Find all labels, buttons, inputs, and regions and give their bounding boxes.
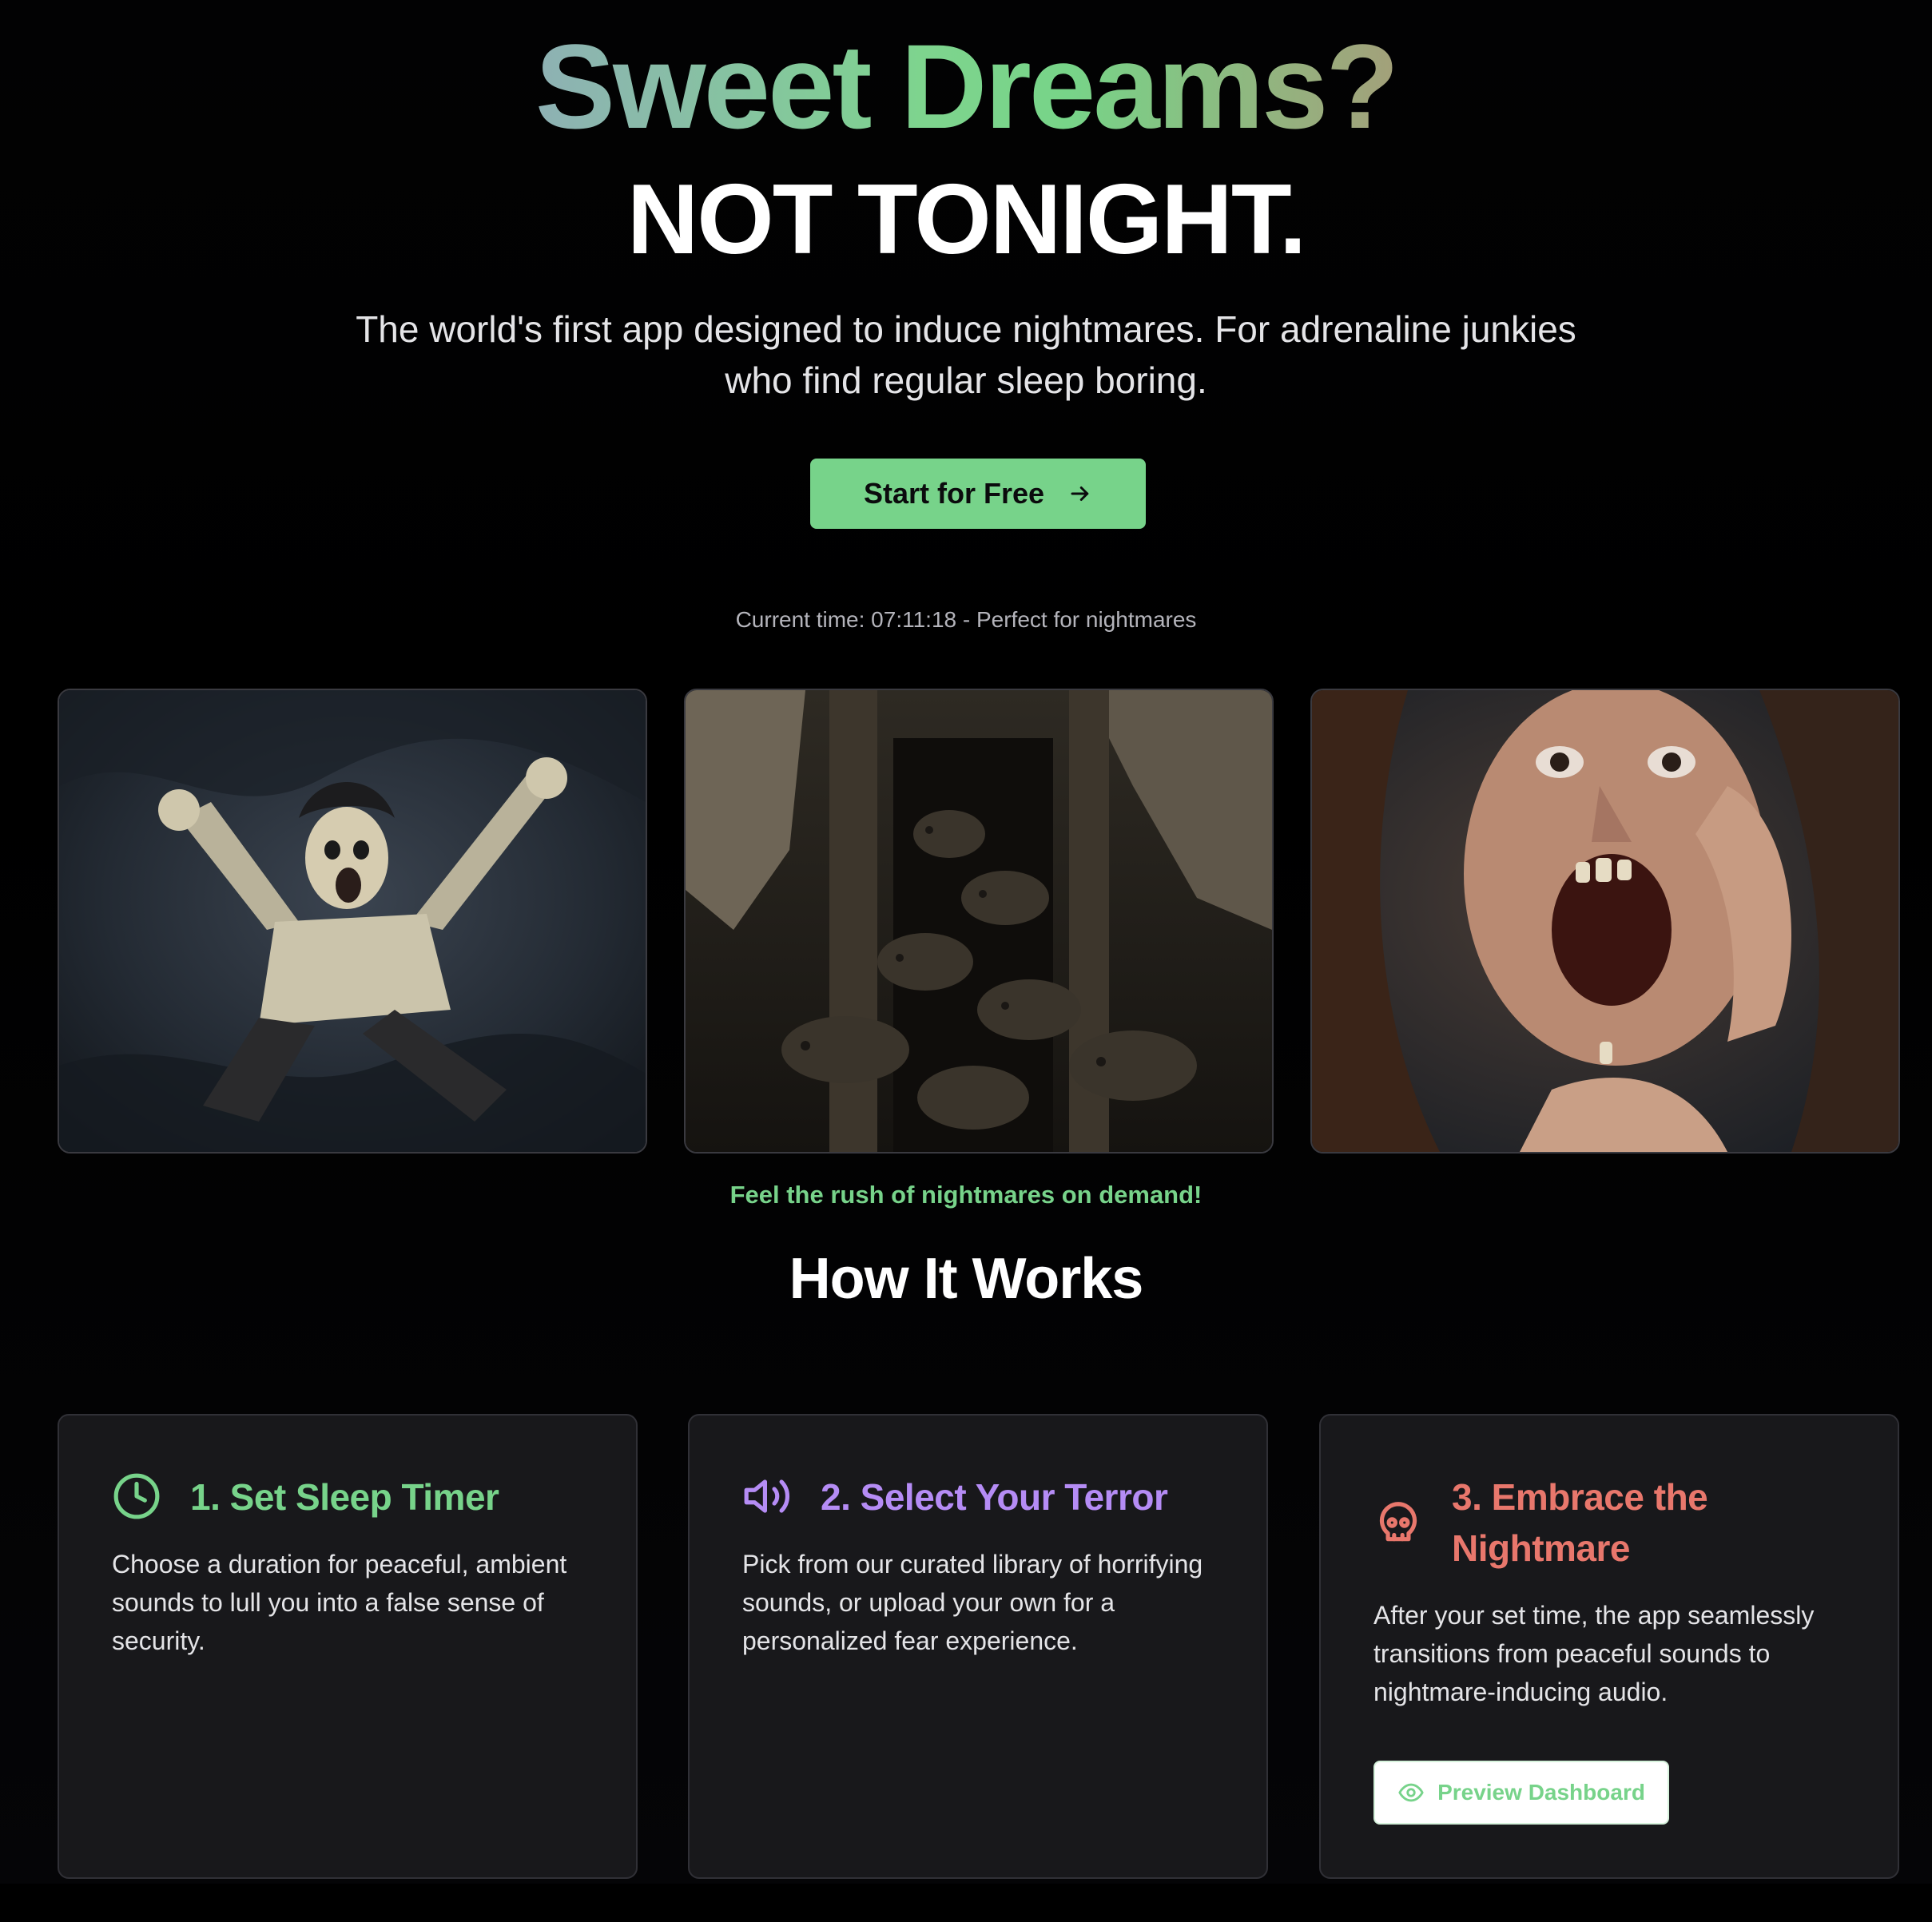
step-header: 2. Select Your Terror [742,1471,1222,1523]
falling-man-image [58,689,647,1154]
step-title: 1. Set Sleep Timer [190,1476,499,1518]
step-description: After your set time, the app seamlessly … [1373,1601,1815,1706]
current-time-text: Current time: 07:11:18 - Perfect for nig… [735,607,1197,632]
gallery-tagline: Feel the rush of nightmares on demand! [729,1181,1203,1209]
step-title: 2. Select Your Terror [821,1476,1168,1518]
start-for-free-label: Start for Free [863,477,1045,510]
step-header: 1. Set Sleep Timer [112,1471,591,1523]
preview-dashboard-label: Preview Dashboard [1437,1780,1645,1805]
hero-description-line-2: who find regular sleep boring. [725,359,1207,401]
skull-icon [1379,1502,1417,1542]
step-title: 3. Embrace the Nightmare [1452,1476,1708,1569]
hero-title: Sweet Dreams? [535,14,1399,158]
preview-dashboard-button[interactable]: Preview Dashboard [1373,1761,1669,1825]
step-description: Choose a duration for peaceful, ambient … [112,1550,567,1655]
hero-subtitle: NOT TONIGHT. [626,165,1307,275]
arrow-right-icon [1071,486,1089,501]
step-card-embrace-the-nightmare: 3. Embrace the Nightmare After your set … [1319,1414,1899,1879]
rats-in-wall-image [684,689,1274,1154]
step-card-set-sleep-timer: 1. Set Sleep Timer Choose a duration for… [58,1414,638,1879]
clock-icon [113,1473,160,1519]
volume-icon [744,1479,790,1513]
how-it-works-title: How It Works [789,1247,1144,1311]
start-for-free-button[interactable]: Start for Free [810,459,1146,529]
hero-description-line-1: The world's first app designed to induce… [356,308,1576,350]
eye-icon [1398,1783,1424,1802]
teeth-falling-out-image [1310,689,1900,1154]
page-bottom-strip [0,1884,1932,1922]
hero-description: The world's first app designed to induce… [0,304,1932,406]
step-description: Pick from our curated library of horrify… [742,1550,1203,1655]
step-header: 3. Embrace the Nightmare [1373,1471,1853,1574]
step-card-select-your-terror: 2. Select Your Terror Pick from our cura… [688,1414,1268,1879]
